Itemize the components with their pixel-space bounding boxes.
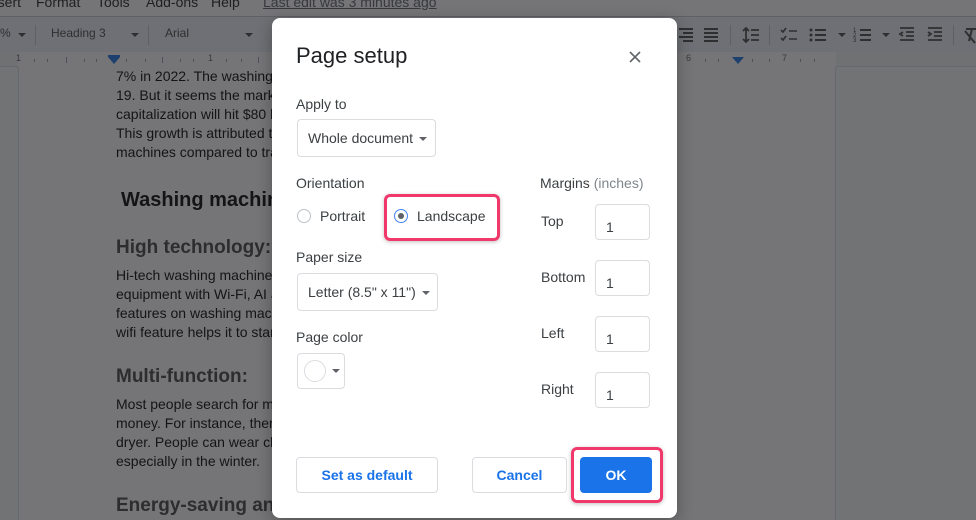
margins-label: Margins (inches) [540,175,643,191]
page-color-picker[interactable] [297,353,345,389]
orientation-label: Orientation [296,175,365,191]
page-setup-dialog: Page setup Apply to Whole document Orien… [272,18,677,518]
orientation-landscape-radio[interactable]: Landscape [394,208,486,224]
margins-title: Margins [540,175,590,191]
paper-size-value: Letter (8.5" x 11") [308,284,416,300]
margin-right-label: Right [541,381,574,397]
chevron-down-icon [419,137,428,142]
orientation-portrait-radio[interactable]: Portrait [297,208,365,224]
close-icon [629,51,641,63]
margin-left-label: Left [541,325,565,341]
close-button[interactable] [624,46,646,68]
cancel-button[interactable]: Cancel [472,457,567,493]
paper-size-select[interactable]: Letter (8.5" x 11") [297,273,438,311]
margin-left-input[interactable] [595,316,650,352]
chevron-down-icon [421,291,430,296]
set-as-default-button[interactable]: Set as default [296,457,438,493]
margin-top-input[interactable] [595,204,650,240]
color-swatch [304,360,326,382]
dialog-title: Page setup [296,43,408,68]
margin-bottom-label: Bottom [541,269,586,285]
margin-bottom-input[interactable] [595,260,650,296]
ok-button[interactable]: OK [580,457,652,493]
portrait-label: Portrait [320,208,366,224]
margin-right-input[interactable] [595,372,650,408]
margin-top-label: Top [541,213,564,229]
apply-to-select[interactable]: Whole document [297,119,436,157]
page-color-label: Page color [296,329,363,345]
radio-unchecked-icon [297,209,311,223]
apply-to-value: Whole document [308,130,414,146]
margins-unit: (inches) [593,175,644,191]
radio-checked-icon [394,209,408,223]
landscape-label: Landscape [417,208,486,224]
paper-size-label: Paper size [296,249,363,265]
chevron-down-icon [332,369,340,373]
apply-to-label: Apply to [296,96,347,112]
